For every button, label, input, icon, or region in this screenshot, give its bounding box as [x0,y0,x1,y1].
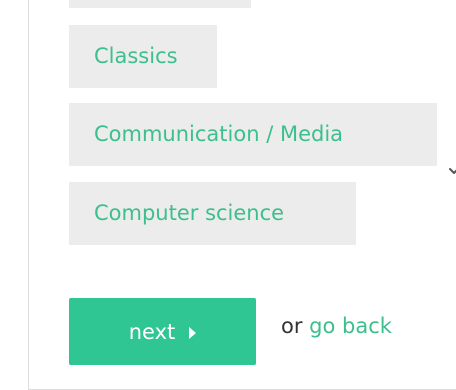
category-chip-partial[interactable] [69,0,251,8]
back-prefix: or [281,314,303,338]
caret-right-icon [189,326,197,339]
category-chip-label: Communication / Media [94,122,344,146]
category-chip-communication-media[interactable]: Communication / Media [69,103,437,166]
category-chip-label: Computer science [94,201,285,225]
category-chip-computer-science[interactable]: Computer science [69,182,356,245]
go-back-link[interactable]: go back [309,314,392,338]
category-chip-classics[interactable]: Classics [69,25,217,88]
next-button-label: next [128,319,176,344]
category-chip-label: Classics [94,44,178,68]
back-line: or go back [281,314,392,338]
chevron-down-icon-shape [449,168,456,174]
chevron-down-icon[interactable] [448,162,456,174]
page-frame: Classics Communication / Media Computer … [0,0,456,390]
next-button[interactable]: next [69,298,256,365]
